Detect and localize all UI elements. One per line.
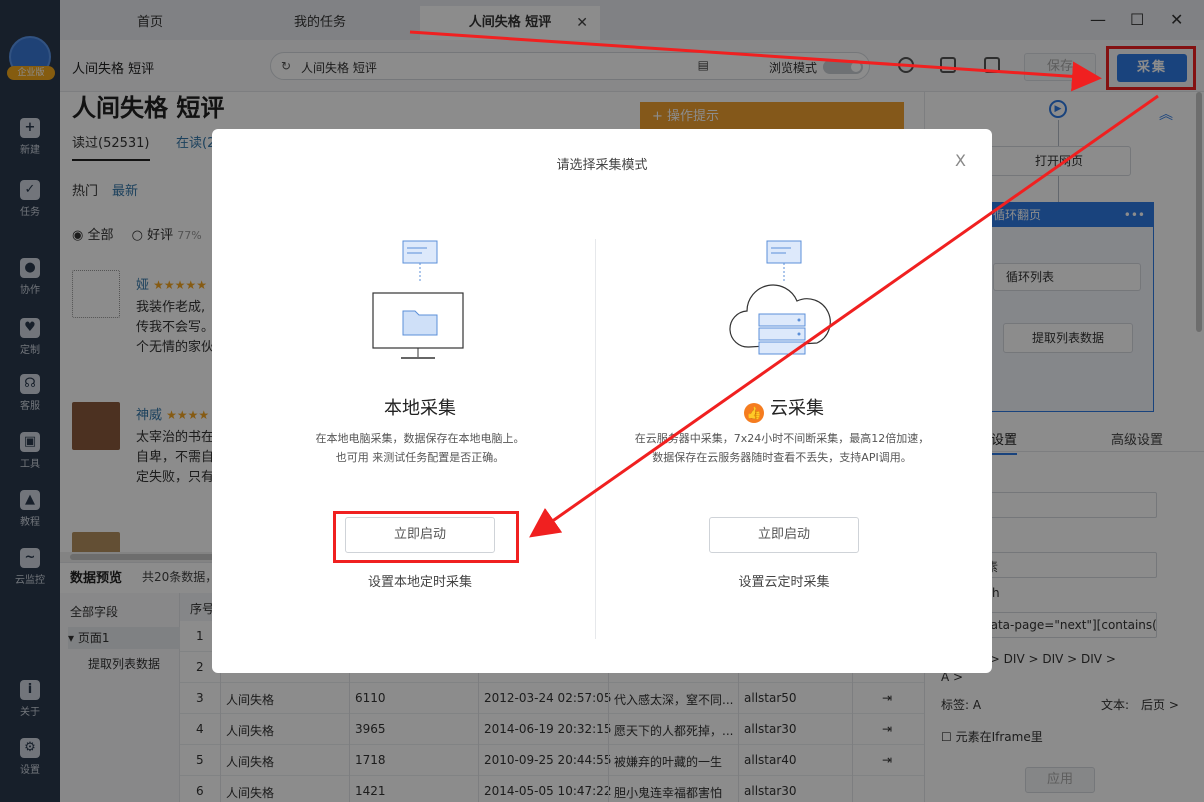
cloud-title: 👍 云采集 xyxy=(634,394,934,423)
thumbs-up-icon: 👍 xyxy=(744,403,764,423)
close-icon[interactable]: X xyxy=(955,151,966,170)
local-description: 在本地电脑采集，数据保存在本地电脑上。 也可用 来测试任务配置是否正确。 xyxy=(315,432,525,464)
local-title: 本地采集 xyxy=(384,398,456,419)
collect-mode-dialog: 请选择采集模式 X 本地采集 在本地电脑采集，数据保存在本地电脑上。 也可用 来… xyxy=(212,129,992,673)
dialog-title: 请选择采集模式 xyxy=(556,158,648,173)
cloud-description: 在云服务器中采集，7x24小时不间断采集，最高12倍加速， 数据保存在云服务器随… xyxy=(634,432,930,464)
cloud-schedule-link[interactable]: 设置云定时采集 xyxy=(684,571,884,590)
cloud-server-icon xyxy=(729,240,831,355)
local-start-highlight-box xyxy=(333,511,519,563)
cloud-start-button[interactable]: 立即启动 xyxy=(709,517,859,553)
local-schedule-link[interactable]: 设置本地定时采集 xyxy=(320,571,520,590)
local-computer-icon xyxy=(372,240,464,359)
